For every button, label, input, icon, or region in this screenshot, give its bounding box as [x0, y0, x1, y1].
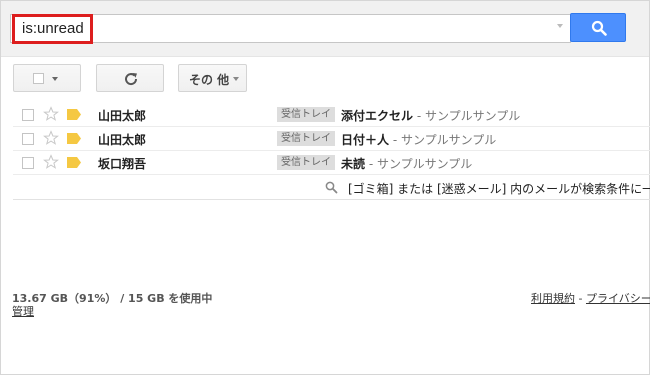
select-all-checkbox[interactable]: [33, 73, 44, 84]
search-icon: [591, 20, 607, 36]
refresh-button[interactable]: [96, 64, 164, 92]
row-checkbox[interactable]: [22, 133, 34, 145]
sender-name: 山田太郎: [98, 109, 147, 123]
trash-spam-search-note: [ゴミ箱] または [迷惑メール] 内のメールが検索条件に一: [13, 176, 650, 200]
star-icon[interactable]: [43, 130, 59, 146]
search-header: [1, 1, 649, 57]
row-checkbox[interactable]: [22, 157, 34, 169]
more-menu-label: その 他: [189, 73, 230, 87]
message-snippet: - サンプルサンプル: [365, 157, 473, 171]
footer-separator: -: [578, 292, 583, 305]
inbox-label-badge[interactable]: 受信トレイ: [277, 107, 335, 122]
inbox-label-badge[interactable]: 受信トレイ: [277, 155, 335, 170]
message-row[interactable]: 山田太郎 受信トレイ 日付＋人 - サンプルサンプル: [13, 127, 650, 151]
message-subject: 日付＋人: [341, 133, 390, 147]
chevron-down-icon: [233, 77, 239, 81]
sender-name: 山田太郎: [98, 133, 147, 147]
important-marker-icon[interactable]: [67, 157, 81, 168]
message-snippet: - サンプルサンプル: [389, 133, 497, 147]
message-snippet: - サンプルサンプル: [413, 109, 521, 123]
manage-storage-link[interactable]: 管理: [12, 303, 34, 319]
terms-link[interactable]: 利用規約: [531, 292, 575, 305]
footer-links: 利用規約 - プライバシー: [531, 290, 650, 306]
search-icon: [325, 181, 338, 194]
inbox-label-badge[interactable]: 受信トレイ: [277, 131, 335, 146]
search-options-arrow-icon[interactable]: [557, 24, 563, 28]
search-button[interactable]: [570, 13, 626, 42]
select-all-button[interactable]: [13, 64, 81, 92]
privacy-link[interactable]: プライバシー: [586, 292, 650, 305]
star-icon[interactable]: [43, 154, 59, 170]
chevron-down-icon: [52, 77, 58, 81]
sender-name: 坂口翔吾: [98, 157, 147, 171]
refresh-icon: [125, 73, 138, 86]
important-marker-icon[interactable]: [67, 109, 81, 120]
subject-line: 未読 - サンプルサンプル: [341, 155, 472, 172]
subject-line: 添付エクセル - サンプルサンプル: [341, 107, 520, 124]
message-subject: 未読: [341, 157, 366, 171]
search-box[interactable]: [10, 14, 571, 43]
message-subject: 添付エクセル: [341, 109, 414, 123]
storage-usage: 13.67 GB（91%） / 15 GB を使用中: [12, 292, 213, 305]
search-input[interactable]: [17, 18, 544, 39]
more-menu-button[interactable]: その 他: [178, 64, 247, 92]
row-checkbox[interactable]: [22, 109, 34, 121]
message-row[interactable]: 坂口翔吾 受信トレイ 未読 - サンプルサンプル: [13, 151, 650, 175]
important-marker-icon[interactable]: [67, 133, 81, 144]
message-row[interactable]: 山田太郎 受信トレイ 添付エクセル - サンプルサンプル: [13, 103, 650, 127]
search-note-text[interactable]: [ゴミ箱] または [迷惑メール] 内のメールが検索条件に一: [348, 180, 650, 197]
subject-line: 日付＋人 - サンプルサンプル: [341, 131, 496, 148]
star-icon[interactable]: [43, 106, 59, 122]
